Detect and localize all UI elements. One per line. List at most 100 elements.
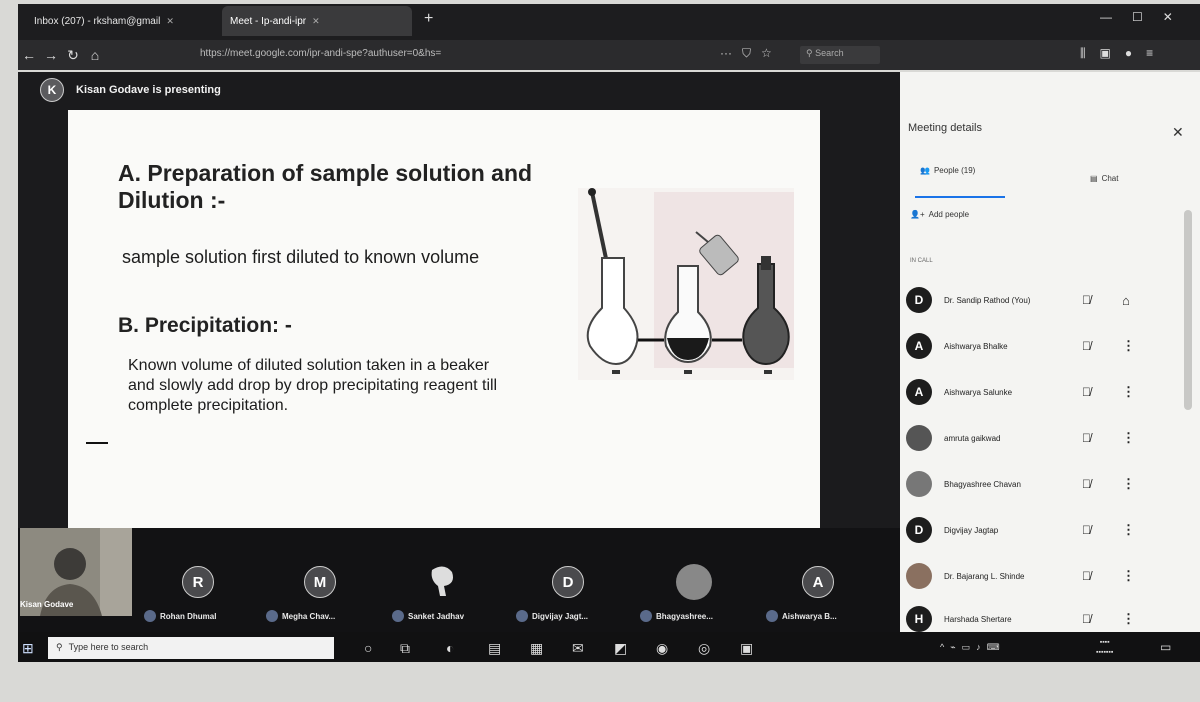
back-icon[interactable]: ← [18,47,40,63]
add-people-button[interactable]: 👤+ Add people [910,210,969,219]
store-icon[interactable]: ▦ [530,640,543,657]
search-input[interactable]: ⚲ Search [800,46,880,64]
file-explorer-icon[interactable]: ▤ [488,640,501,657]
mic-off-icon[interactable]: 🎙̸ [1082,612,1102,626]
participant-row[interactable]: A Aishwarya Salunke 🎙̸ ⋮ [900,374,1190,410]
more-vert-icon[interactable]: ⋮ [1122,430,1135,446]
more-icon[interactable]: ··· [720,46,732,61]
avatar [906,425,932,451]
more-vert-icon[interactable]: ⋮ [1122,384,1135,400]
participant-row[interactable]: Bhagyashree Chavan 🎙̸ ⋮ [900,466,1190,502]
mic-off-icon[interactable]: 🎙̸ [1082,293,1102,307]
sidebar-icon[interactable]: ▣ [1100,46,1111,61]
whatsapp-icon[interactable]: ◎ [698,640,710,657]
participant-name: Aishwarya Salunke [944,387,1013,397]
more-vert-icon[interactable]: ⋮ [1122,522,1135,538]
mic-off-icon[interactable]: 🎙̸ [1082,339,1102,353]
cortana-icon[interactable]: ○ [364,640,372,656]
keyboard-icon[interactable]: ⌨ [987,642,1000,653]
mail-icon[interactable]: ✉ [572,640,584,657]
people-icon: 👥 [920,166,930,175]
participant-tile-avatar[interactable]: A [802,566,834,598]
battery-icon[interactable]: ▭ [962,642,971,653]
mic-off-icon[interactable]: 🎙̸ [1082,431,1102,445]
shield-icon[interactable]: ⛉ [742,46,751,61]
more-vert-icon[interactable]: ⋮ [1122,568,1135,584]
participant-name: Digvijay Jagt... [532,611,589,621]
participant-name: Dr. Sandip Rathod (You) [944,295,1031,305]
participant-row[interactable]: H Harshada Shertare 🎙̸ ⋮ [900,604,1190,634]
participant-name: Megha Chav... [282,611,336,621]
star-icon[interactable]: ☆ [761,46,772,61]
taskbar-clock[interactable]: ▪▪▪▪ ▪▪▪▪▪▪▪ [1096,638,1113,658]
close-icon[interactable]: ✕ [166,16,174,27]
tab-meet[interactable]: Meet - Ip-andi-ipr ✕ [222,6,412,36]
participant-tile-avatar[interactable]: R [182,566,214,598]
tab-chat-label: Chat [1101,174,1119,183]
chevron-up-icon[interactable]: ^ [940,642,944,653]
home-icon[interactable]: ⌂ [84,47,106,63]
plus-icon[interactable]: + [424,10,433,28]
firefox-icon[interactable]: ◉ [656,640,668,657]
reload-icon[interactable]: ↻ [62,47,84,64]
notification-icon[interactable]: ▭ [1160,640,1171,654]
close-icon[interactable]: ✕ [312,16,320,27]
library-icon[interactable]: ⫼ [1080,46,1086,61]
participant-tile-avatar[interactable]: D [552,566,584,598]
participant-row[interactable]: D Digvijay Jagtap 🎙̸ ⋮ [900,512,1190,548]
participant-name: Sanket Jadhav [408,611,465,621]
mic-off-icon[interactable]: 🎙̸ [1082,385,1102,399]
mic-icon [144,610,156,622]
participant-tile-avatar[interactable] [426,562,462,598]
windows-start-icon[interactable]: ⊞ [22,640,34,657]
minimize-icon[interactable]: — [1100,10,1112,24]
forward-icon[interactable]: → [40,47,62,63]
participant-name: Aishwarya Bhalke [944,341,1008,351]
mic-icon [516,610,528,622]
tab-chat[interactable]: ▤ Chat [1090,174,1118,183]
participant-row[interactable]: Dr. Bajarang L. Shinde 🎙̸ ⋮ [900,558,1190,594]
maximize-icon[interactable]: ☐ [1132,10,1143,24]
participant-tile-avatar[interactable] [676,564,712,600]
close-window-icon[interactable]: ✕ [1163,10,1173,24]
tab-gmail[interactable]: Inbox (207) - rksham@gmail ✕ [26,6,216,36]
panel-scrollbar[interactable] [1184,210,1192,410]
task-view-icon[interactable]: ⧉ [400,640,410,657]
tab-people[interactable]: 👥 People (19) [920,166,975,175]
panel-title: Meeting details [908,122,982,134]
search-placeholder: Search [815,48,844,58]
mic-icon [766,610,778,622]
more-vert-icon[interactable]: ⋮ [1122,338,1135,354]
more-vert-icon[interactable]: ⋮ [1122,611,1135,627]
photos-icon[interactable]: ◩ [614,640,627,657]
url-actions: ··· ⛉ ☆ [720,46,772,61]
avatar [906,563,932,589]
avatar [906,471,932,497]
participant-tile-avatar[interactable]: M [304,566,336,598]
add-people-label: Add people [928,210,970,219]
url-field[interactable]: https://meet.google.com/ipr-andi-spe?aut… [200,48,740,64]
edge-icon[interactable]: ◐ [446,640,454,656]
search-icon: ⚲ [56,642,63,652]
participant-row[interactable]: A Aishwarya Bhalke 🎙̸ ⋮ [900,328,1190,364]
participant-name: Bhagyashree... [656,611,713,621]
close-icon[interactable]: ✕ [1172,124,1184,141]
tab-people-label: People (19) [933,166,976,175]
mic-off-icon[interactable]: 🎙̸ [1082,477,1102,491]
more-vert-icon[interactable]: ⋮ [1122,476,1135,492]
participant-row[interactable]: amruta gaikwad 🎙̸ ⋮ [900,420,1190,456]
mic-off-icon[interactable]: 🎙̸ [1082,569,1102,583]
presenting-label: Kisan Godave is presenting [76,84,221,96]
tab-label: Inbox (207) - rksham@gmail [34,15,161,27]
mic-off-icon[interactable]: 🎙̸ [1082,523,1102,537]
account-icon[interactable]: ● [1125,46,1132,61]
participant-row[interactable]: D Dr. Sandip Rathod (You) 🎙̸ ⌂ [900,282,1190,318]
participant-tile-name: Megha Chav... [266,610,335,622]
app-icon[interactable]: ▣ [740,640,753,657]
taskbar-search-input[interactable]: ⚲ Type here to search [48,637,334,659]
volume-icon[interactable]: ♪ [976,642,981,653]
pin-icon[interactable]: ⌂ [1122,293,1130,308]
flask-illustration [578,188,794,380]
network-icon[interactable]: ⌁ [950,642,955,653]
menu-icon[interactable]: ≡ [1146,46,1153,61]
